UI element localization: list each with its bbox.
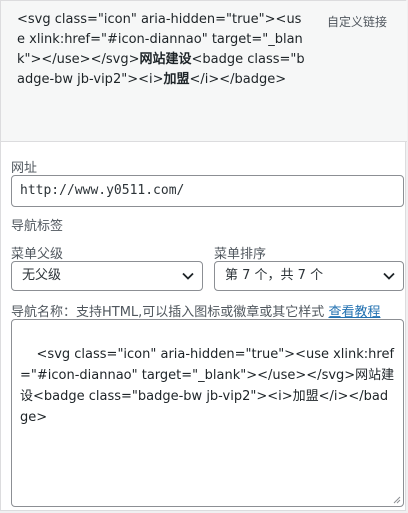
nav-name-value: <svg class="icon" aria-hidden="true"><us… (20, 347, 395, 425)
nav-name-label-text: 导航名称：支持HTML,可以插入图标或徽章或其它样式 (11, 305, 329, 320)
tutorial-link[interactable]: 查看教程 (328, 305, 380, 320)
order-select[interactable]: 第 7 个，共 7 个 (214, 261, 404, 291)
title-code-3: </i></badge> (189, 72, 287, 87)
order-label: 菜单排序 (214, 247, 267, 262)
menu-item-panel: <svg class="icon" aria-hidden="true"><us… (0, 0, 407, 511)
nav-label-heading: 导航标签 (11, 219, 64, 234)
resize-handle-icon[interactable] (393, 496, 401, 504)
order-select-value: 第 7 个，共 7 个 (225, 268, 324, 283)
title-bold-1: 网站建设 (139, 52, 192, 67)
chevron-down-icon (383, 272, 395, 280)
url-input[interactable]: http://www.y0511.com/ (11, 175, 404, 207)
menu-item-title: <svg class="icon" aria-hidden="true"><us… (17, 10, 307, 90)
chevron-down-icon (182, 272, 194, 280)
title-bold-2: 加盟 (163, 72, 190, 87)
parent-label: 菜单父级 (11, 247, 64, 262)
menu-item-type: 自定义链接 (326, 15, 387, 29)
nav-name-label: 导航名称：支持HTML,可以插入图标或徽章或其它样式 查看教程 (11, 301, 380, 320)
parent-select-value: 无父级 (22, 268, 62, 283)
parent-select[interactable]: 无父级 (11, 261, 203, 291)
url-label: 网址 (11, 161, 38, 176)
nav-name-textarea[interactable]: <svg class="icon" aria-hidden="true"><us… (11, 319, 404, 507)
menu-item-header[interactable]: <svg class="icon" aria-hidden="true"><us… (1, 1, 407, 142)
